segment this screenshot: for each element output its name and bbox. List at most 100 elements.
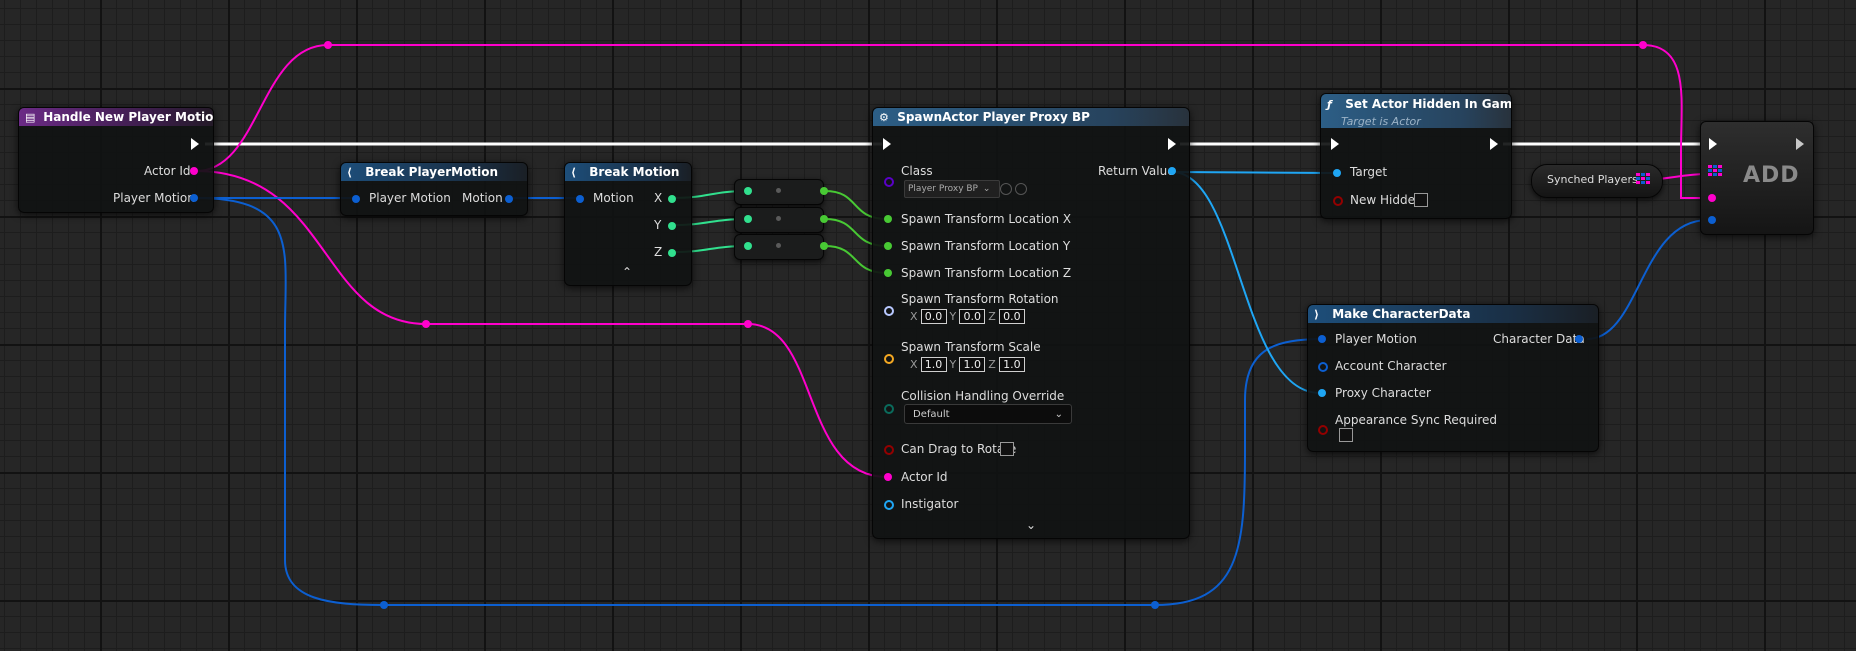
y-axis-label: Y [949, 310, 957, 323]
item-in-pin[interactable] [1708, 216, 1716, 224]
player-motion-out-pin[interactable] [190, 194, 198, 202]
conversion-y-in-pin[interactable] [744, 215, 752, 223]
can-drag-pin-label: Can Drag to Rotate [901, 442, 1017, 456]
int-in-pin[interactable] [1708, 194, 1716, 202]
x-axis-label: X [910, 310, 918, 323]
wire-knot[interactable] [744, 320, 752, 328]
exec-in-pin[interactable] [1709, 138, 1717, 150]
appearance-sync-checkbox[interactable] [1339, 428, 1353, 442]
return-value-target-wire [1171, 171, 1338, 174]
z-out-pin[interactable] [668, 249, 676, 257]
account-character-pin-label: Account Character [1335, 359, 1447, 373]
player-motion-pin-label: Player Motion [369, 191, 451, 205]
use-selected-icon[interactable] [1000, 183, 1012, 195]
target-in-pin[interactable] [1333, 169, 1341, 177]
exec-out-pin[interactable] [1490, 138, 1498, 150]
collision-dropdown-value: Default [913, 409, 950, 420]
function-icon: ƒ [1327, 98, 1332, 111]
actor-id-out-pin[interactable] [190, 167, 198, 175]
conversion-y-out-pin[interactable] [820, 215, 828, 223]
proxy-character-in-pin[interactable] [1318, 389, 1326, 397]
exec-in-pin[interactable] [1331, 138, 1339, 150]
y-pin-label: Y [654, 218, 662, 232]
appearance-sync-in-pin[interactable] [1318, 425, 1328, 435]
collision-dropdown[interactable]: Default ⌄ [904, 404, 1072, 424]
synched-players-label: Synched Players [1547, 173, 1638, 186]
class-in-pin[interactable] [884, 177, 894, 187]
instigator-in-pin[interactable] [884, 500, 894, 510]
exec-out-pin[interactable] [1168, 138, 1176, 150]
wire-knot[interactable] [324, 41, 332, 49]
can-drag-checkbox[interactable] [1000, 442, 1014, 456]
scale-fields: X 1.0 Y 1.0 Z 1.0 [910, 357, 1025, 372]
scale-z-input[interactable]: 1.0 [998, 357, 1025, 372]
wire-knot[interactable] [1151, 601, 1159, 609]
exec-out-pin[interactable] [191, 138, 199, 150]
node-header: ⟩ Make CharacterData [1308, 305, 1598, 323]
break-icon: ⟨ [347, 166, 353, 179]
location-x-in-pin[interactable] [884, 215, 892, 223]
wire-knot[interactable] [380, 601, 388, 609]
node-title: Set Actor Hidden In Game [1345, 97, 1511, 111]
rotation-fields: X 0.0 Y 0.0 Z 0.0 [910, 309, 1025, 324]
wire-knot[interactable] [1639, 41, 1647, 49]
function-icon: ▤ [25, 111, 36, 124]
character-data-pin-label: Character Data [1493, 332, 1585, 346]
rotation-x-input[interactable]: 0.0 [920, 309, 947, 324]
location-z-in-pin[interactable] [884, 269, 892, 277]
break-player-motion-node[interactable]: ⟨ Break PlayerMotion [340, 162, 528, 216]
class-picker-value: Player Proxy BP [908, 184, 978, 194]
return-value-out-pin[interactable] [1168, 167, 1176, 175]
player-motion-in-pin[interactable] [1318, 335, 1326, 343]
return-value-proxy-wire [1171, 171, 1321, 394]
new-hidden-checkbox[interactable] [1414, 193, 1428, 207]
motion-out-pin[interactable] [505, 195, 513, 203]
node-header: ƒ Set Actor Hidden In Game Target is Act… [1321, 94, 1511, 128]
wire-knot[interactable] [422, 320, 430, 328]
exec-in-pin[interactable] [883, 138, 891, 150]
can-drag-in-pin[interactable] [884, 445, 894, 455]
motion-in-pin[interactable] [576, 195, 584, 203]
node-header: ⚙ SpawnActor Player Proxy BP [873, 108, 1189, 126]
new-hidden-pin-label: New Hidden [1350, 193, 1423, 207]
x-out-pin[interactable] [668, 195, 676, 203]
rotation-y-input[interactable]: 0.0 [959, 309, 986, 324]
scale-x-input[interactable]: 1.0 [920, 357, 947, 372]
y-axis-label: Y [949, 358, 957, 371]
y-out-pin[interactable] [668, 222, 676, 230]
chevron-down-icon: ⌄ [982, 184, 991, 194]
scale-in-pin[interactable] [884, 354, 894, 364]
conversion-x-out-pin[interactable] [820, 187, 828, 195]
exec-out-pin[interactable] [1796, 138, 1804, 150]
collapse-arrow-icon[interactable]: ⌃ [622, 265, 632, 279]
actor-id-in-pin[interactable] [884, 473, 892, 481]
rotation-z-input[interactable]: 0.0 [998, 309, 1025, 324]
collision-in-pin[interactable] [884, 404, 894, 414]
scale-y-input[interactable]: 1.0 [959, 357, 986, 372]
player-motion-pin-label: Player Motion [1335, 332, 1417, 346]
conversion-z-in-pin[interactable] [744, 242, 752, 250]
z-axis-label: Z [988, 310, 996, 323]
conversion-z-out-pin[interactable] [820, 242, 828, 250]
conversion-x-in-pin[interactable] [744, 187, 752, 195]
new-hidden-in-pin[interactable] [1333, 196, 1343, 206]
array-in-pin-icon[interactable] [1708, 165, 1722, 176]
class-pin-label: Class [901, 164, 933, 178]
rotation-in-pin[interactable] [884, 306, 894, 316]
node-header: ⟨ Break PlayerMotion [341, 163, 527, 181]
location-y-in-pin[interactable] [884, 242, 892, 250]
browse-icon[interactable] [1015, 183, 1027, 195]
character-data-out-pin[interactable] [1575, 335, 1583, 343]
character-data-wire [1586, 219, 1709, 340]
array-icon[interactable] [1636, 173, 1650, 184]
z-pin-label: Z [654, 245, 663, 259]
x-axis-label: X [910, 358, 918, 371]
scale-pin-label: Spawn Transform Scale [901, 340, 1041, 354]
break-icon: ⟨ [571, 166, 577, 179]
actor-id-pin-label: Actor Id [144, 164, 191, 178]
account-character-in-pin[interactable] [1318, 362, 1328, 372]
spawn-icon: ⚙ [879, 111, 889, 124]
expand-arrow-icon[interactable]: ⌄ [1026, 518, 1036, 532]
player-motion-in-pin[interactable] [352, 195, 360, 203]
class-picker[interactable]: Player Proxy BP ⌄ [904, 180, 1000, 198]
